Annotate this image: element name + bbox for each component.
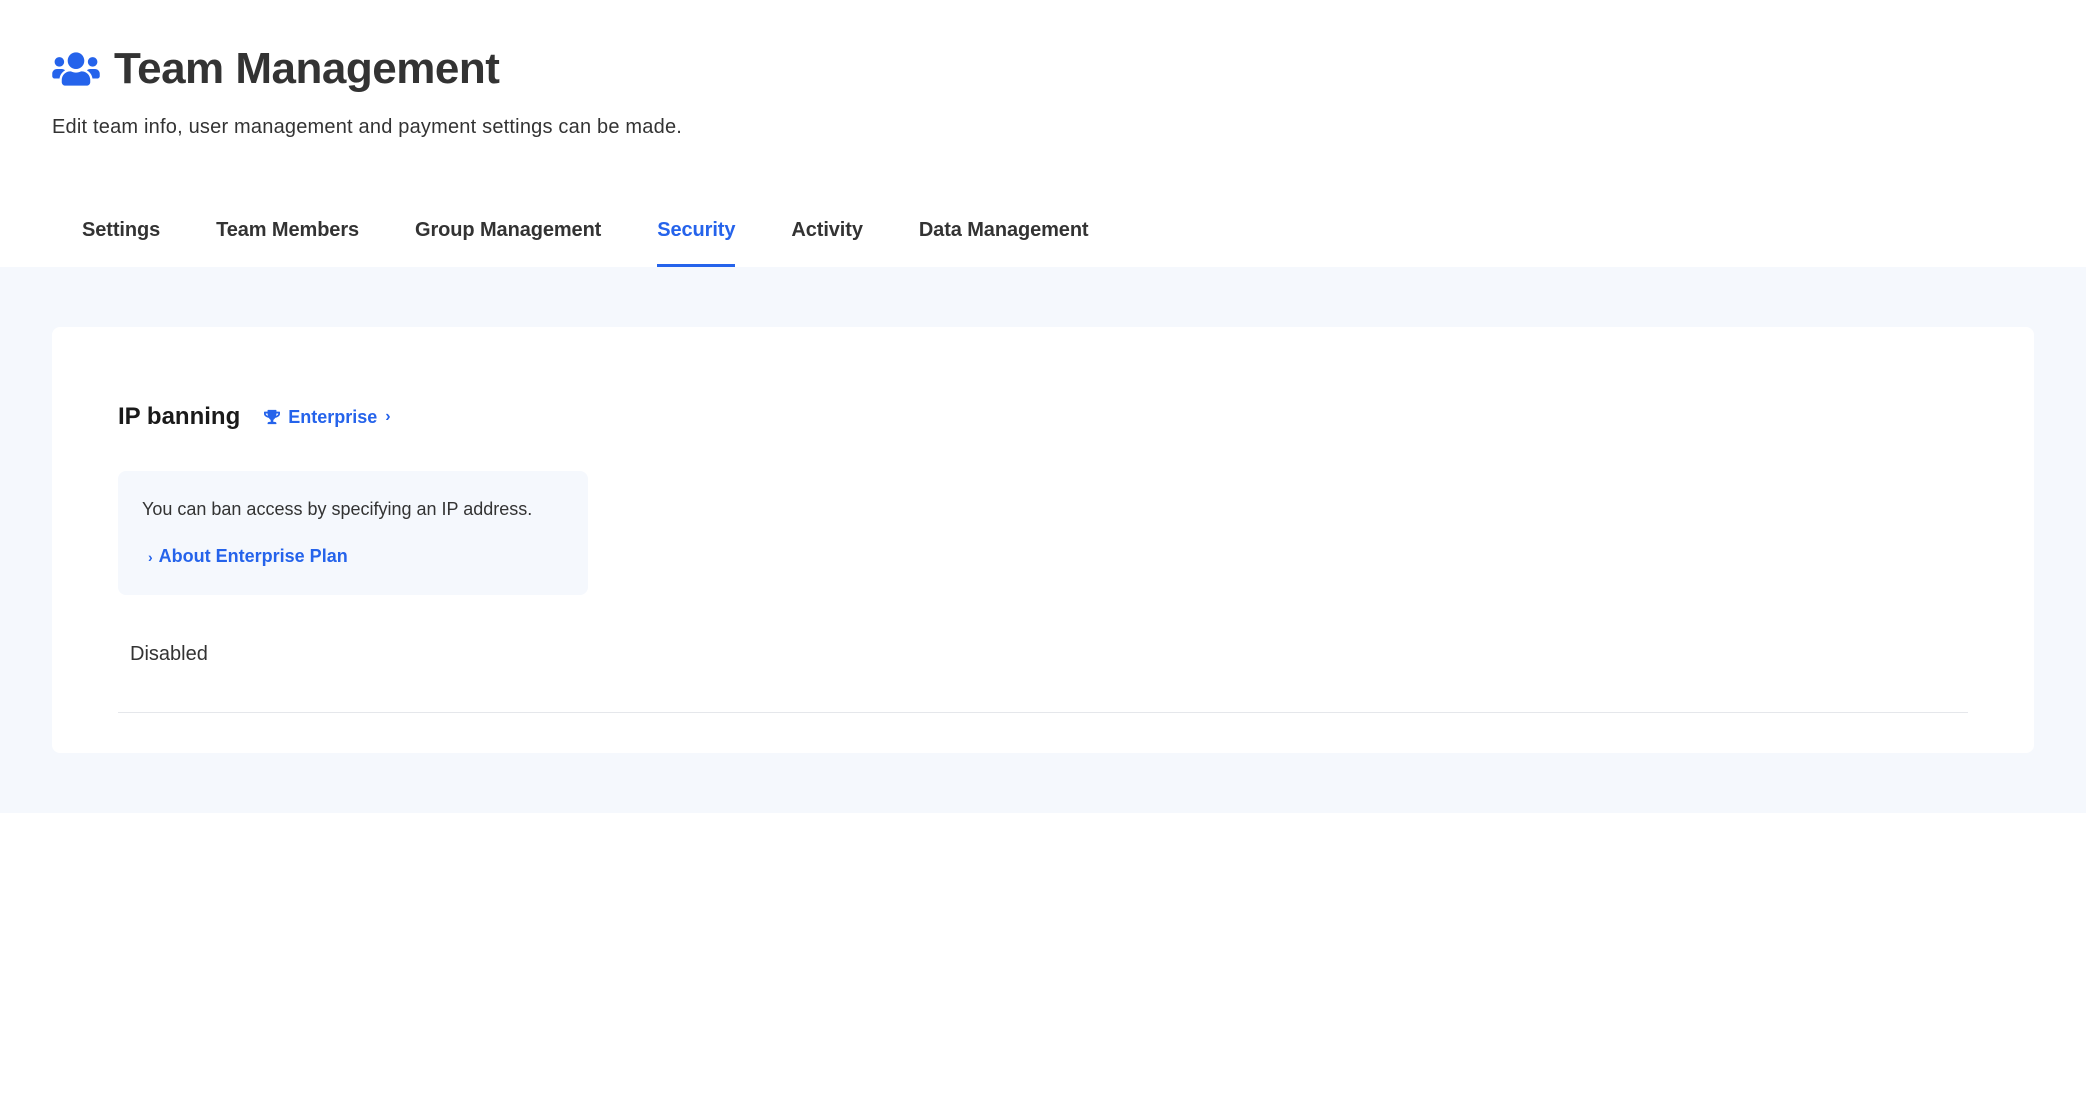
chevron-right-icon: › <box>385 408 390 426</box>
tab-group-management[interactable]: Group Management <box>415 219 601 267</box>
page-title-row: Team Management <box>52 44 2034 94</box>
tab-data-management[interactable]: Data Management <box>919 219 1089 267</box>
users-icon <box>52 50 100 88</box>
page-description: Edit team info, user management and paym… <box>52 116 2034 139</box>
page-title: Team Management <box>114 44 499 94</box>
section-header: IP banning Enterprise › <box>118 403 1968 431</box>
trophy-icon <box>264 409 280 425</box>
header-section: Team Management Edit team info, user man… <box>0 0 2086 267</box>
tab-settings[interactable]: Settings <box>82 219 160 267</box>
enterprise-badge[interactable]: Enterprise › <box>264 407 390 428</box>
tabs-row: Settings Team Members Group Management S… <box>52 219 2034 267</box>
chevron-right-icon: › <box>148 549 153 565</box>
content-area: IP banning Enterprise › You can ban acce… <box>0 267 2086 813</box>
security-card: IP banning Enterprise › You can ban acce… <box>52 327 2034 753</box>
about-enterprise-link[interactable]: › About Enterprise Plan <box>142 546 564 567</box>
info-box: You can ban access by specifying an IP a… <box>118 471 588 595</box>
section-title: IP banning <box>118 403 240 431</box>
divider <box>118 712 1968 713</box>
tab-activity[interactable]: Activity <box>791 219 862 267</box>
info-text: You can ban access by specifying an IP a… <box>142 499 564 520</box>
enterprise-badge-label: Enterprise <box>288 407 377 428</box>
tab-team-members[interactable]: Team Members <box>216 219 359 267</box>
about-link-label: About Enterprise Plan <box>159 546 348 567</box>
tab-security[interactable]: Security <box>657 219 735 267</box>
status-text: Disabled <box>118 643 1968 712</box>
